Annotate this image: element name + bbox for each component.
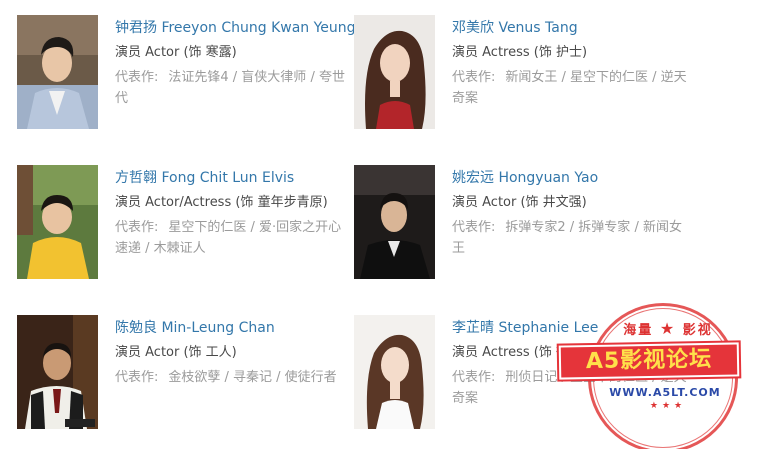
- cast-name-link[interactable]: 姚宏远 Hongyuan Yao: [452, 168, 692, 188]
- cast-role: 演员 Actor (饰 井文强): [452, 195, 587, 210]
- cast-photo[interactable]: [17, 15, 98, 129]
- cast-photo[interactable]: [354, 165, 435, 279]
- cast-photo[interactable]: [354, 15, 435, 129]
- works-label: 代表作:: [115, 370, 159, 385]
- cast-works: 代表作: 新闻女王 / 星空下的仁医 / 逆天 奇案: [452, 67, 692, 109]
- cast-card: 方哲翱 Fong Chit Lun Elvis 演员 Actor/Actress…: [17, 165, 357, 285]
- works-line-2: 速递 / 木棘证人: [115, 241, 206, 256]
- works-label: 代表作:: [115, 220, 159, 235]
- cast-card: 姚宏远 Hongyuan Yao 演员 Actor (饰 井文强) 代表作: 拆弹…: [354, 165, 694, 285]
- cast-name-link[interactable]: 钟君扬 Freeyon Chung Kwan Yeung: [115, 18, 356, 38]
- works-line-1: 新闻女王 / 星空下的仁医 / 逆天: [505, 70, 687, 85]
- cast-role: 演员 Actor (饰 寒露): [115, 45, 237, 60]
- cast-name-link[interactable]: 李芷晴 Stephanie Lee: [452, 318, 692, 338]
- works-line-2: 奇案: [452, 391, 479, 406]
- cast-name-link[interactable]: 邓美欣 Venus Tang: [452, 18, 692, 38]
- cast-works: 代表作: 刑侦日记 / 星空下的仁医 / 逆天 奇案: [452, 367, 692, 409]
- works-label: 代表作:: [452, 70, 496, 85]
- works-label: 代表作:: [452, 220, 496, 235]
- cast-name-link[interactable]: 方哲翱 Fong Chit Lun Elvis: [115, 168, 355, 188]
- cast-works: 代表作: 拆弹专家2 / 拆弹专家 / 新闻女 王: [452, 217, 692, 259]
- cast-photo[interactable]: [354, 315, 435, 429]
- cast-card: 陈勉良 Min-Leung Chan 演员 Actor (饰 工人) 代表作: 金…: [17, 315, 357, 435]
- cast-role: 演员 Actor (饰 工人): [115, 345, 237, 360]
- cast-works: 代表作: 法证先锋4 / 盲侠大律师 / 夸世 代: [115, 67, 355, 109]
- works-label: 代表作:: [115, 70, 159, 85]
- cast-card: 李芷晴 Stephanie Lee 演员 Actress (饰 街坊) 代表作:…: [354, 315, 694, 435]
- works-line-1: 刑侦日记 / 星空下的仁医 / 逆天: [505, 370, 687, 385]
- works-line-1: 金枝欲孽 / 寻秦记 / 使徒行者: [168, 370, 337, 385]
- works-line-1: 拆弹专家2 / 拆弹专家 / 新闻女: [505, 220, 682, 235]
- works-line-2: 代: [115, 91, 129, 106]
- works-line-2: 奇案: [452, 91, 479, 106]
- cast-role: 演员 Actress (饰 街坊): [452, 345, 588, 360]
- works-line-1: 星空下的仁医 / 爱·回家之开心: [168, 220, 342, 235]
- cast-card: 邓美欣 Venus Tang 演员 Actress (饰 护士) 代表作: 新闻女…: [354, 15, 694, 135]
- works-line-2: 王: [452, 241, 466, 256]
- cast-photo[interactable]: [17, 315, 98, 429]
- cast-works: 代表作: 星空下的仁医 / 爱·回家之开心 速递 / 木棘证人: [115, 217, 355, 259]
- works-label: 代表作:: [452, 370, 496, 385]
- cast-name-link[interactable]: 陈勉良 Min-Leung Chan: [115, 318, 355, 338]
- cast-role: 演员 Actor/Actress (饰 童年步青原): [115, 195, 328, 210]
- cast-role: 演员 Actress (饰 护士): [452, 45, 588, 60]
- works-line-1: 法证先锋4 / 盲侠大律师 / 夸世: [168, 70, 345, 85]
- cast-works: 代表作: 金枝欲孽 / 寻秦记 / 使徒行者: [115, 367, 355, 388]
- cast-photo[interactable]: [17, 165, 98, 279]
- cast-card: 钟君扬 Freeyon Chung Kwan Yeung 演员 Actor (饰…: [17, 15, 357, 135]
